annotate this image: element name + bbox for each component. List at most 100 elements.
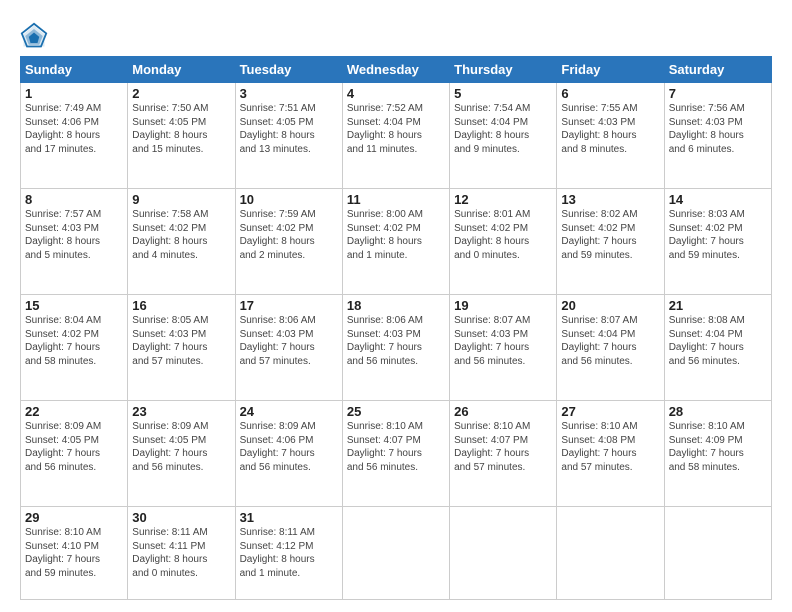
week-row-2: 8Sunrise: 7:57 AMSunset: 4:03 PMDaylight… [21, 189, 772, 295]
calendar-cell [450, 507, 557, 600]
day-info: Sunrise: 8:00 AMSunset: 4:02 PMDaylight:… [347, 208, 445, 262]
day-info: Sunrise: 8:01 AMSunset: 4:02 PMDaylight:… [454, 208, 552, 262]
weekday-header-sunday: Sunday [21, 57, 128, 83]
weekday-header-row: SundayMondayTuesdayWednesdayThursdayFrid… [21, 57, 772, 83]
calendar-cell: 15Sunrise: 8:04 AMSunset: 4:02 PMDayligh… [21, 295, 128, 401]
day-number: 15 [25, 298, 123, 313]
logo-icon [20, 22, 48, 50]
calendar-cell: 12Sunrise: 8:01 AMSunset: 4:02 PMDayligh… [450, 189, 557, 295]
calendar-cell: 26Sunrise: 8:10 AMSunset: 4:07 PMDayligh… [450, 401, 557, 507]
page-header [20, 18, 772, 50]
day-number: 4 [347, 86, 445, 101]
calendar-table: SundayMondayTuesdayWednesdayThursdayFrid… [20, 56, 772, 600]
day-info: Sunrise: 7:52 AMSunset: 4:04 PMDaylight:… [347, 102, 445, 156]
day-info: Sunrise: 7:59 AMSunset: 4:02 PMDaylight:… [240, 208, 338, 262]
day-info: Sunrise: 7:55 AMSunset: 4:03 PMDaylight:… [561, 102, 659, 156]
day-info: Sunrise: 7:58 AMSunset: 4:02 PMDaylight:… [132, 208, 230, 262]
calendar-cell: 14Sunrise: 8:03 AMSunset: 4:02 PMDayligh… [664, 189, 771, 295]
day-number: 20 [561, 298, 659, 313]
day-info: Sunrise: 7:49 AMSunset: 4:06 PMDaylight:… [25, 102, 123, 156]
day-info: Sunrise: 8:04 AMSunset: 4:02 PMDaylight:… [25, 314, 123, 368]
day-number: 24 [240, 404, 338, 419]
day-info: Sunrise: 8:06 AMSunset: 4:03 PMDaylight:… [240, 314, 338, 368]
calendar-cell: 24Sunrise: 8:09 AMSunset: 4:06 PMDayligh… [235, 401, 342, 507]
day-info: Sunrise: 8:10 AMSunset: 4:07 PMDaylight:… [454, 420, 552, 474]
day-number: 18 [347, 298, 445, 313]
calendar-cell: 19Sunrise: 8:07 AMSunset: 4:03 PMDayligh… [450, 295, 557, 401]
calendar-cell: 8Sunrise: 7:57 AMSunset: 4:03 PMDaylight… [21, 189, 128, 295]
day-number: 12 [454, 192, 552, 207]
day-number: 30 [132, 510, 230, 525]
calendar-cell: 22Sunrise: 8:09 AMSunset: 4:05 PMDayligh… [21, 401, 128, 507]
calendar-cell: 5Sunrise: 7:54 AMSunset: 4:04 PMDaylight… [450, 83, 557, 189]
day-number: 28 [669, 404, 767, 419]
day-number: 5 [454, 86, 552, 101]
day-info: Sunrise: 8:11 AMSunset: 4:12 PMDaylight:… [240, 526, 338, 580]
day-number: 1 [25, 86, 123, 101]
day-number: 6 [561, 86, 659, 101]
day-number: 19 [454, 298, 552, 313]
calendar-cell [664, 507, 771, 600]
day-number: 29 [25, 510, 123, 525]
day-number: 8 [25, 192, 123, 207]
week-row-4: 22Sunrise: 8:09 AMSunset: 4:05 PMDayligh… [21, 401, 772, 507]
day-info: Sunrise: 8:09 AMSunset: 4:06 PMDaylight:… [240, 420, 338, 474]
day-number: 31 [240, 510, 338, 525]
calendar-cell: 4Sunrise: 7:52 AMSunset: 4:04 PMDaylight… [342, 83, 449, 189]
calendar-cell: 11Sunrise: 8:00 AMSunset: 4:02 PMDayligh… [342, 189, 449, 295]
day-number: 16 [132, 298, 230, 313]
calendar-cell: 6Sunrise: 7:55 AMSunset: 4:03 PMDaylight… [557, 83, 664, 189]
day-info: Sunrise: 8:09 AMSunset: 4:05 PMDaylight:… [132, 420, 230, 474]
weekday-header-tuesday: Tuesday [235, 57, 342, 83]
calendar-cell: 31Sunrise: 8:11 AMSunset: 4:12 PMDayligh… [235, 507, 342, 600]
calendar-page: SundayMondayTuesdayWednesdayThursdayFrid… [0, 0, 792, 612]
calendar-cell: 13Sunrise: 8:02 AMSunset: 4:02 PMDayligh… [557, 189, 664, 295]
day-info: Sunrise: 8:10 AMSunset: 4:08 PMDaylight:… [561, 420, 659, 474]
day-info: Sunrise: 8:08 AMSunset: 4:04 PMDaylight:… [669, 314, 767, 368]
calendar-cell [557, 507, 664, 600]
day-info: Sunrise: 8:07 AMSunset: 4:03 PMDaylight:… [454, 314, 552, 368]
weekday-header-thursday: Thursday [450, 57, 557, 83]
weekday-header-monday: Monday [128, 57, 235, 83]
logo [20, 22, 50, 50]
week-row-5: 29Sunrise: 8:10 AMSunset: 4:10 PMDayligh… [21, 507, 772, 600]
calendar-cell [342, 507, 449, 600]
day-number: 9 [132, 192, 230, 207]
day-number: 14 [669, 192, 767, 207]
day-info: Sunrise: 7:57 AMSunset: 4:03 PMDaylight:… [25, 208, 123, 262]
day-info: Sunrise: 7:51 AMSunset: 4:05 PMDaylight:… [240, 102, 338, 156]
day-number: 27 [561, 404, 659, 419]
day-number: 25 [347, 404, 445, 419]
day-number: 10 [240, 192, 338, 207]
calendar-cell: 1Sunrise: 7:49 AMSunset: 4:06 PMDaylight… [21, 83, 128, 189]
weekday-header-friday: Friday [557, 57, 664, 83]
day-number: 2 [132, 86, 230, 101]
calendar-cell: 30Sunrise: 8:11 AMSunset: 4:11 PMDayligh… [128, 507, 235, 600]
day-info: Sunrise: 8:10 AMSunset: 4:07 PMDaylight:… [347, 420, 445, 474]
day-number: 22 [25, 404, 123, 419]
calendar-cell: 9Sunrise: 7:58 AMSunset: 4:02 PMDaylight… [128, 189, 235, 295]
calendar-cell: 25Sunrise: 8:10 AMSunset: 4:07 PMDayligh… [342, 401, 449, 507]
calendar-cell: 7Sunrise: 7:56 AMSunset: 4:03 PMDaylight… [664, 83, 771, 189]
day-info: Sunrise: 8:02 AMSunset: 4:02 PMDaylight:… [561, 208, 659, 262]
calendar-cell: 3Sunrise: 7:51 AMSunset: 4:05 PMDaylight… [235, 83, 342, 189]
day-number: 11 [347, 192, 445, 207]
calendar-cell: 2Sunrise: 7:50 AMSunset: 4:05 PMDaylight… [128, 83, 235, 189]
day-info: Sunrise: 7:50 AMSunset: 4:05 PMDaylight:… [132, 102, 230, 156]
calendar-cell: 29Sunrise: 8:10 AMSunset: 4:10 PMDayligh… [21, 507, 128, 600]
day-number: 3 [240, 86, 338, 101]
day-info: Sunrise: 8:10 AMSunset: 4:09 PMDaylight:… [669, 420, 767, 474]
day-info: Sunrise: 8:09 AMSunset: 4:05 PMDaylight:… [25, 420, 123, 474]
week-row-1: 1Sunrise: 7:49 AMSunset: 4:06 PMDaylight… [21, 83, 772, 189]
day-number: 13 [561, 192, 659, 207]
day-info: Sunrise: 7:56 AMSunset: 4:03 PMDaylight:… [669, 102, 767, 156]
day-info: Sunrise: 8:05 AMSunset: 4:03 PMDaylight:… [132, 314, 230, 368]
calendar-cell: 10Sunrise: 7:59 AMSunset: 4:02 PMDayligh… [235, 189, 342, 295]
calendar-cell: 21Sunrise: 8:08 AMSunset: 4:04 PMDayligh… [664, 295, 771, 401]
day-info: Sunrise: 8:03 AMSunset: 4:02 PMDaylight:… [669, 208, 767, 262]
day-info: Sunrise: 8:06 AMSunset: 4:03 PMDaylight:… [347, 314, 445, 368]
day-info: Sunrise: 7:54 AMSunset: 4:04 PMDaylight:… [454, 102, 552, 156]
day-info: Sunrise: 8:11 AMSunset: 4:11 PMDaylight:… [132, 526, 230, 580]
calendar-cell: 20Sunrise: 8:07 AMSunset: 4:04 PMDayligh… [557, 295, 664, 401]
day-number: 23 [132, 404, 230, 419]
